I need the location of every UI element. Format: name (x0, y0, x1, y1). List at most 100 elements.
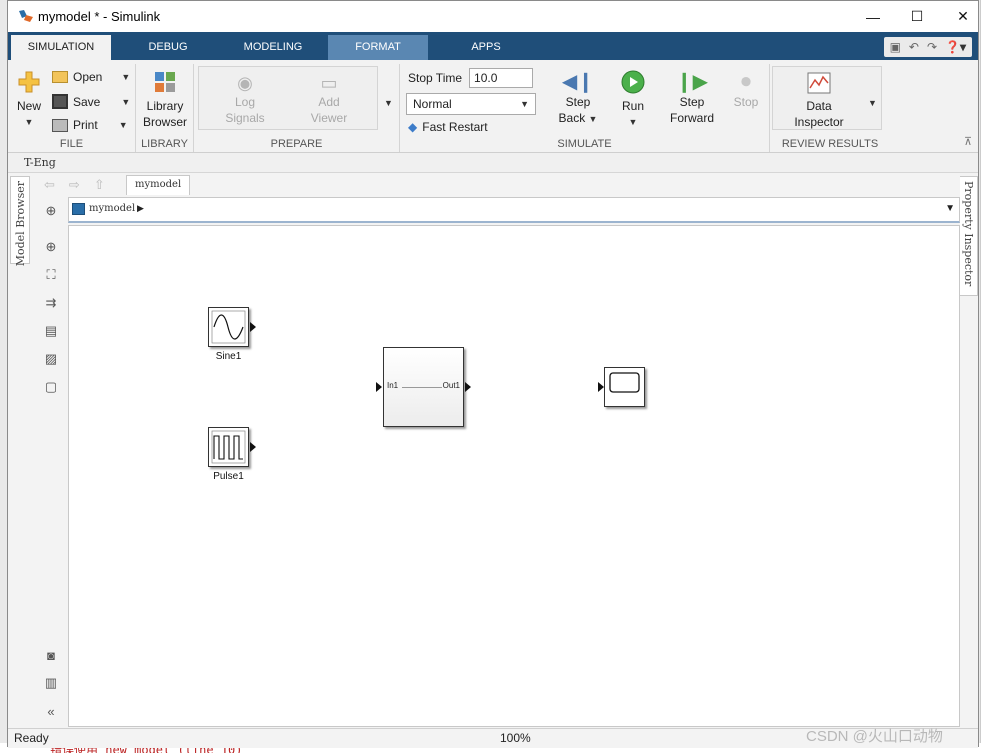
collapse-palette-icon[interactable]: « (43, 703, 59, 719)
open-button[interactable]: Open ▼ (52, 70, 130, 84)
simulate-group: Stop Time 10.0 Normal ▼ ◆ Fast Restart ◀… (400, 64, 770, 152)
help-icon[interactable]: ❓▾ (945, 40, 966, 54)
step-back-button[interactable]: ◀❙ Step Back ▼ (550, 70, 606, 127)
redo-icon[interactable]: ↷ (927, 40, 937, 54)
tab-modeling[interactable]: MODELING (226, 35, 320, 60)
zoom-level[interactable]: 100% (500, 731, 531, 745)
open-folder-icon (52, 71, 68, 83)
library-grid-icon (155, 72, 175, 92)
save-disk-icon (52, 94, 68, 109)
pulse-block-label: Pulse1 (213, 471, 244, 482)
simulink-window: mymodel * - Simulink — ☐ ✕ SIMULATION DE… (7, 0, 979, 748)
model-canvas[interactable]: Sine1 Pulse1 In1 Out1 (68, 225, 960, 727)
zoom-icon[interactable]: ⊕ (43, 239, 59, 255)
pulse-output-port-icon[interactable] (250, 442, 256, 452)
stop-button[interactable]: ⏺ Stop (724, 70, 768, 110)
file-group: New ▼ Open ▼ Save ▼ Print ▼ FILE (8, 64, 136, 152)
chevron-down-icon: ▼ (520, 99, 529, 109)
tab-format[interactable]: FORMAT (328, 35, 428, 60)
property-inspector-tab[interactable]: Property Inspector (958, 176, 978, 296)
image-icon[interactable]: ▨ (43, 351, 59, 367)
step-back-icon: ◀❙ (561, 71, 595, 93)
save-icon[interactable]: ▣ (890, 40, 901, 54)
log-signals-icon: ◉ (237, 73, 253, 93)
stop-label: Stop (733, 95, 759, 109)
area-icon[interactable]: ▢ (43, 379, 59, 395)
stop-time-control: Stop Time 10.0 (408, 68, 534, 88)
run-dropdown-icon[interactable]: ▼ (610, 114, 656, 130)
property-panel-icon[interactable]: ▥ (43, 675, 59, 691)
file-group-label: FILE (59, 138, 84, 150)
new-button[interactable]: New ▼ (14, 70, 44, 130)
subsystem-output-port-icon[interactable] (465, 382, 471, 392)
save-button[interactable]: Save ▼ (52, 94, 130, 109)
log-signals-label-2: Signals (225, 111, 265, 125)
address-dropdown-icon[interactable]: ▼ (945, 203, 955, 214)
log-signals-button[interactable]: ◉ Log Signals (210, 72, 280, 126)
screenshot-camera-icon[interactable]: ◙ (43, 647, 59, 663)
collapse-ribbon-icon[interactable]: ⊼ (964, 135, 972, 148)
prepare-group: ◉ Log Signals ▭ Add Viewer ▼ PREPARE (194, 64, 400, 152)
simulation-mode-select[interactable]: Normal ▼ (406, 93, 536, 115)
fast-restart-toggle[interactable]: ◆ Fast Restart (408, 120, 488, 134)
step-forward-button[interactable]: ❙▶ Step Forward (662, 70, 722, 126)
subsystem-input-port-icon[interactable] (376, 382, 382, 392)
prepare-group-label: PREPARE (270, 138, 323, 150)
maximize-button[interactable]: ☐ (894, 1, 940, 32)
stop-time-input[interactable]: 10.0 (469, 68, 534, 88)
ribbon: New ▼ Open ▼ Save ▼ Print ▼ FILE Library… (8, 60, 978, 153)
scope-screen-icon (609, 372, 640, 393)
save-dropdown-icon[interactable]: ▼ (121, 97, 130, 107)
run-play-icon (621, 70, 645, 94)
model-tab[interactable]: mymodel (126, 175, 191, 195)
quick-access-toolbar: ▣ ↶ ↷ ❓▾ (883, 37, 972, 57)
fast-restart-label: Fast Restart (422, 120, 488, 134)
breadcrumb-strip: T-Eng (8, 153, 978, 173)
sine-output-port-icon[interactable] (250, 322, 256, 332)
new-dropdown-icon[interactable]: ▼ (14, 114, 44, 130)
data-inspector-label-2: Inspector (794, 115, 844, 129)
printer-icon (52, 118, 68, 132)
print-button[interactable]: Print ▼ (52, 118, 128, 132)
library-group-label: LIBRARY (141, 138, 188, 150)
library-browser-button[interactable]: Library Browser (140, 70, 190, 130)
annotation-icon[interactable]: ▤ (43, 323, 59, 339)
sine-wave-icon (211, 310, 246, 344)
hide-show-explorer-icon[interactable]: ⊕ (43, 203, 59, 219)
close-button[interactable]: ✕ (940, 1, 986, 32)
run-button[interactable]: Run ▼ (610, 70, 656, 130)
simulation-mode-value: Normal (413, 97, 452, 111)
open-label: Open (73, 70, 103, 84)
forward-arrow-icon[interactable]: ⇨ (69, 177, 80, 193)
fit-to-view-icon[interactable]: ⛶ (43, 267, 59, 283)
tab-apps[interactable]: APPS (446, 35, 526, 60)
up-arrow-icon[interactable]: ⇧ (94, 177, 105, 193)
sine-wave-block[interactable] (208, 307, 249, 347)
library-browser-label-2: Browser (142, 115, 187, 129)
subsystem-block[interactable]: In1 Out1 (383, 347, 464, 427)
save-label: Save (73, 94, 101, 109)
tab-simulation[interactable]: SIMULATION (11, 35, 111, 60)
simulate-group-label: SIMULATE (557, 138, 612, 150)
data-inspector-button[interactable]: Data Inspector (784, 72, 854, 130)
address-arrow-icon[interactable]: ▶ (137, 203, 144, 214)
pulse-generator-block[interactable] (208, 427, 249, 467)
add-viewer-button[interactable]: ▭ Add Viewer (294, 72, 364, 126)
open-dropdown-icon[interactable]: ▼ (121, 72, 130, 82)
prepare-gallery-expand-icon[interactable]: ▼ (384, 98, 393, 108)
print-dropdown-icon[interactable]: ▼ (119, 120, 128, 130)
signal-arrows-icon[interactable]: ⇉ (43, 295, 59, 311)
tab-debug[interactable]: DEBUG (126, 35, 210, 60)
subsystem-internal-line (402, 387, 442, 388)
scope-block[interactable] (604, 367, 645, 407)
minimize-button[interactable]: — (850, 1, 896, 32)
window-title: mymodel * - Simulink (38, 9, 161, 24)
toolstrip-tab-bar: SIMULATION DEBUG MODELING FORMAT APPS ▣ … (8, 32, 978, 60)
review-gallery-expand-icon[interactable]: ▼ (868, 98, 877, 108)
back-arrow-icon[interactable]: ⇦ (44, 177, 55, 193)
model-browser-tab[interactable]: Model Browser (10, 176, 30, 266)
step-back-label-1: Step (565, 95, 591, 109)
model-editor: ⇦ ⇨ ⇧ mymodel ⊕ ⊕ ⛶ ⇉ ▤ ▨ ▢ ◙ ▥ « mymode… (36, 173, 960, 727)
undo-icon[interactable]: ↶ (909, 40, 919, 54)
add-viewer-label-1: Add (318, 95, 340, 109)
